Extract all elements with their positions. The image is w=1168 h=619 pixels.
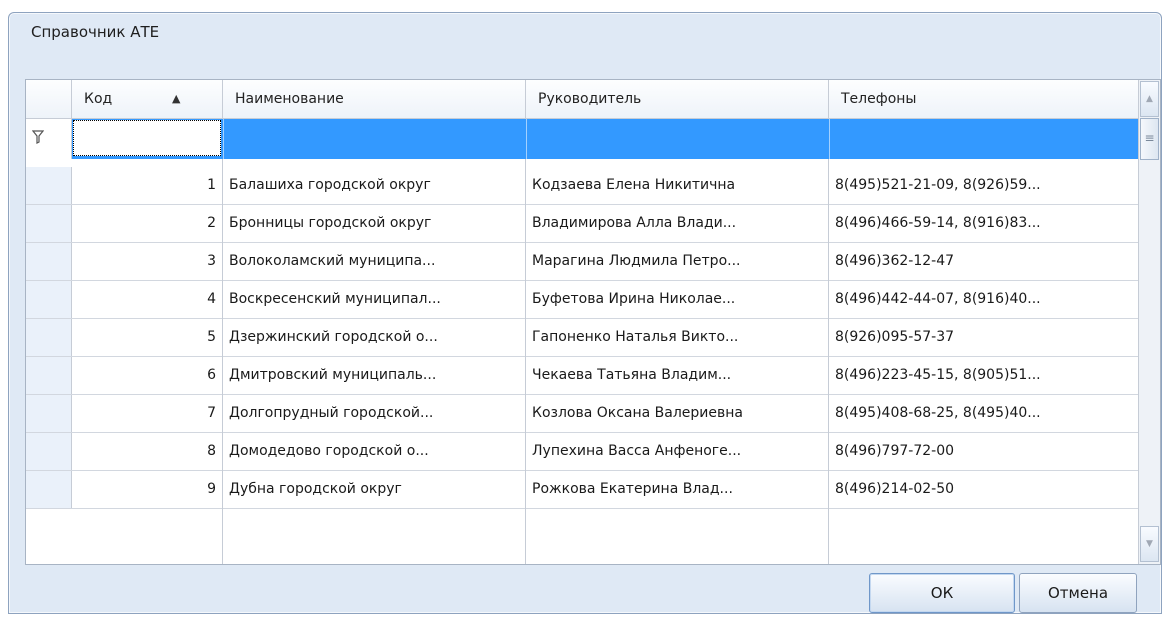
cell-head: Рожкова Екатерина Влад...: [532, 481, 733, 497]
row-selector[interactable]: [26, 395, 72, 432]
row-selector[interactable]: [26, 357, 72, 394]
cell-phones: 8(495)521-21-09, 8(926)59...: [835, 177, 1041, 193]
cell-phones: 8(496)797-72-00: [835, 443, 955, 459]
cell-name: Домодедово городской о...: [229, 443, 429, 459]
filter-icon[interactable]: [31, 130, 45, 148]
cell-head: Кодзаева Елена Никитична: [532, 177, 736, 193]
cell-name: Дубна городской округ: [229, 481, 402, 497]
vertical-scrollbar[interactable]: ▲ ≡ ▼: [1138, 80, 1160, 564]
header-row-selector: [26, 80, 72, 118]
cell-name: Бронницы городской округ: [229, 215, 432, 231]
grid-header: Код ▲ Наименование Руководитель Телефоны: [26, 80, 1138, 119]
cell-head: Козлова Оксана Валериевна: [532, 405, 744, 421]
cell-code: 6: [207, 367, 216, 383]
row-selector[interactable]: [26, 433, 72, 470]
cell-name: Дзержинский городской о...: [229, 329, 438, 345]
filter-divider: [223, 119, 224, 159]
table-row[interactable]: 4 Воскресенский муниципал... Буфетова Ир…: [26, 281, 1138, 319]
cell-phones: 8(496)362-12-47: [835, 253, 955, 269]
filter-row-selector: [26, 119, 72, 159]
cell-head: Марагина Людмила Петро...: [532, 253, 741, 269]
column-header-code[interactable]: Код ▲: [72, 80, 223, 118]
table-row[interactable]: 1 Балашиха городской округ Кодзаева Елен…: [26, 167, 1138, 205]
scroll-thumb[interactable]: ≡: [1140, 118, 1159, 160]
filter-row[interactable]: [26, 119, 1138, 159]
filter-input-code[interactable]: [73, 120, 221, 156]
cell-phones: 8(496)466-59-14, 8(916)83...: [835, 215, 1041, 231]
cell-name: Дмитровский муниципаль...: [229, 367, 437, 383]
cell-name: Воскресенский муниципал...: [229, 291, 441, 307]
cell-code: 1: [207, 177, 216, 193]
row-selector[interactable]: [26, 205, 72, 242]
cell-head: Чекаева Татьяна Владим...: [532, 367, 732, 383]
column-header-name[interactable]: Наименование: [223, 80, 526, 118]
row-selector[interactable]: [26, 319, 72, 356]
cell-phones: 8(496)442-44-07, 8(916)40...: [835, 291, 1041, 307]
row-selector[interactable]: [26, 281, 72, 318]
cell-code: 2: [207, 215, 216, 231]
cell-head: Гапоненко Наталья Викто...: [532, 329, 739, 345]
cell-phones: 8(496)214-02-50: [835, 481, 955, 497]
cell-name: Волоколамский муниципа...: [229, 253, 436, 269]
dialog-window: Справочник АТЕ Код ▲ Наименование Руково…: [8, 12, 1162, 614]
chevron-down-icon: ▼: [1146, 539, 1153, 549]
filter-divider: [829, 119, 830, 159]
cell-code: 4: [207, 291, 216, 307]
column-header-name-label: Наименование: [235, 91, 344, 107]
table-row[interactable]: 3 Волоколамский муниципа... Марагина Люд…: [26, 243, 1138, 281]
row-selector[interactable]: [26, 243, 72, 280]
filter-icon-shape: [31, 130, 45, 144]
column-header-code-label: Код: [84, 91, 113, 107]
grip-icon: ≡: [1144, 131, 1155, 145]
cell-head: Буфетова Ирина Николае...: [532, 291, 736, 307]
cancel-button[interactable]: Отмена: [1019, 573, 1137, 613]
column-divider: [222, 159, 223, 564]
column-header-head[interactable]: Руководитель: [526, 80, 829, 118]
table-row[interactable]: 5 Дзержинский городской о... Гапоненко Н…: [26, 319, 1138, 357]
scroll-down-button[interactable]: ▼: [1140, 526, 1159, 562]
cell-head: Владимирова Алла Влади...: [532, 215, 737, 231]
ok-button[interactable]: ОК: [869, 573, 1015, 613]
table-row[interactable]: 2 Бронницы городской округ Владимирова А…: [26, 205, 1138, 243]
cell-phones: 8(926)095-57-37: [835, 329, 955, 345]
scroll-up-button[interactable]: ▲: [1140, 81, 1159, 117]
cell-name: Балашиха городской округ: [229, 177, 431, 193]
cell-code: 3: [207, 253, 216, 269]
table-row[interactable]: 9 Дубна городской округ Рожкова Екатерин…: [26, 471, 1138, 509]
row-selector[interactable]: [26, 471, 72, 508]
cell-code: 9: [207, 481, 216, 497]
sort-ascending-icon: ▲: [172, 92, 181, 105]
column-header-phones-label: Телефоны: [841, 91, 917, 107]
cell-code: 8: [207, 443, 216, 459]
cell-head: Лупехина Васса Анфеноге...: [532, 443, 742, 459]
cell-name: Долгопрудный городской...: [229, 405, 434, 421]
table-row[interactable]: 6 Дмитровский муниципаль... Чекаева Тать…: [26, 357, 1138, 395]
column-divider: [525, 159, 526, 564]
row-selector[interactable]: [26, 167, 72, 204]
cell-phones: 8(495)408-68-25, 8(495)40...: [835, 405, 1041, 421]
cell-phones: 8(496)223-45-15, 8(905)51...: [835, 367, 1041, 383]
window-title: Справочник АТЕ: [31, 23, 160, 41]
cell-code: 5: [207, 329, 216, 345]
column-header-head-label: Руководитель: [538, 91, 642, 107]
column-header-phones[interactable]: Телефоны: [829, 80, 1138, 118]
ate-grid[interactable]: Код ▲ Наименование Руководитель Телефоны: [25, 79, 1161, 565]
column-divider: [828, 159, 829, 564]
table-row[interactable]: 8 Домодедово городской о... Лупехина Вас…: [26, 433, 1138, 471]
table-row[interactable]: 7 Долгопрудный городской... Козлова Окса…: [26, 395, 1138, 433]
chevron-up-icon: ▲: [1146, 94, 1153, 104]
cell-code: 7: [207, 405, 216, 421]
filter-divider: [526, 119, 527, 159]
